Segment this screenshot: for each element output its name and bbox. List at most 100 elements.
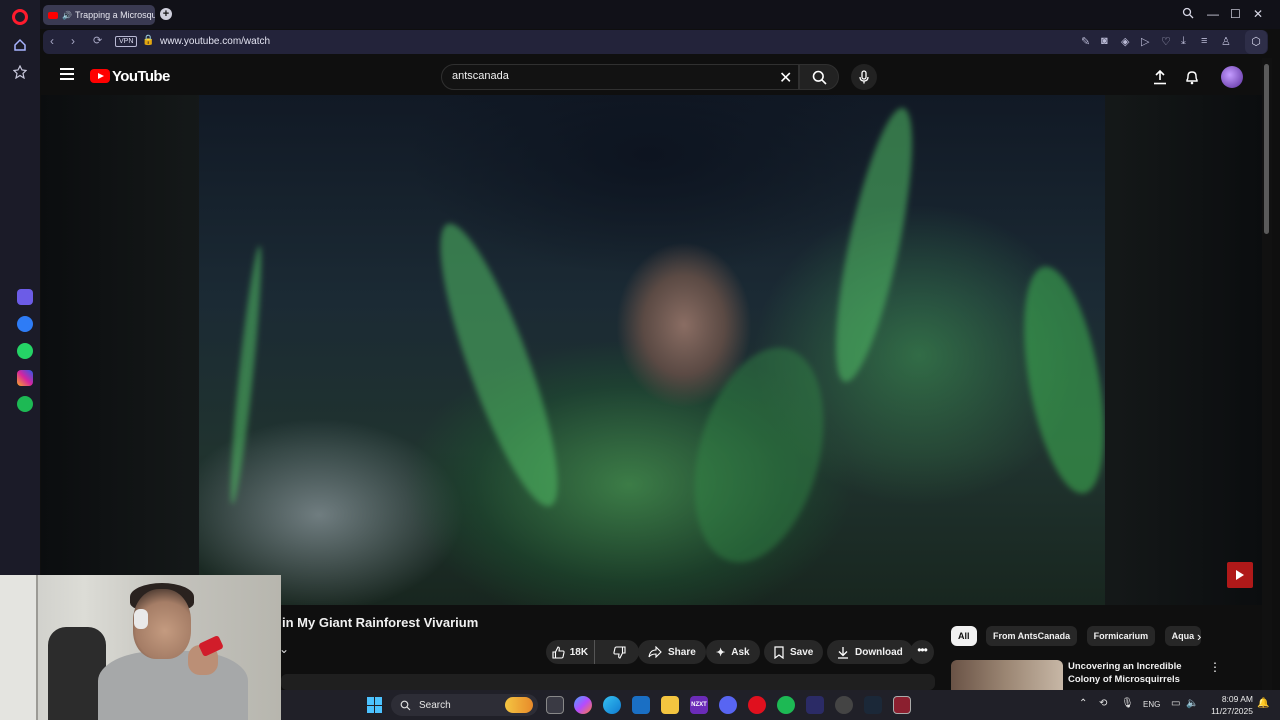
extensions-icon[interactable]: ⬡ bbox=[1245, 30, 1267, 54]
messenger-icon[interactable] bbox=[17, 316, 33, 332]
clock-time: 8:09 AM bbox=[1221, 694, 1253, 704]
whatsapp-icon[interactable] bbox=[17, 343, 33, 359]
ask-label: Ask bbox=[731, 646, 750, 658]
lock-icon[interactable]: 🔒 bbox=[142, 35, 154, 46]
address-bar: ‹ › ⟳ VPN 🔒 www.youtube.com/watch ✎ ◙ ◈ … bbox=[43, 30, 1268, 54]
close-window-button[interactable]: ✕ bbox=[1253, 7, 1263, 21]
scroll-thumb[interactable] bbox=[1264, 64, 1269, 234]
camera-icon[interactable]: ◙ bbox=[1101, 35, 1108, 47]
taskbar-search[interactable]: Search bbox=[391, 694, 538, 716]
kebab-menu-icon[interactable]: ⋮ bbox=[1209, 660, 1221, 674]
youtube-logo-icon[interactable] bbox=[90, 69, 110, 83]
recommendation-thumbnail[interactable] bbox=[951, 660, 1063, 690]
microphone-tray-icon[interactable]: 🎙 bbox=[1121, 698, 1134, 709]
clear-search-icon[interactable]: ✕ bbox=[779, 68, 792, 88]
chevron-up-icon[interactable]: ⌃ bbox=[1079, 698, 1087, 709]
aria-app-icon[interactable] bbox=[17, 289, 33, 305]
menu-icon[interactable]: ≡ bbox=[1201, 35, 1207, 47]
related-chips: All From AntsCanada Formicarium Aqua bbox=[951, 626, 1211, 648]
obs-icon[interactable] bbox=[835, 696, 853, 714]
home-icon[interactable] bbox=[12, 37, 28, 53]
recording-app-icon[interactable] bbox=[893, 696, 911, 714]
spotify-taskbar-icon[interactable] bbox=[777, 696, 795, 714]
download-icon[interactable]: ⤓ bbox=[1181, 35, 1186, 48]
description-box[interactable] bbox=[281, 674, 935, 690]
opera-logo-icon[interactable] bbox=[12, 9, 28, 25]
share-label: Share bbox=[668, 646, 696, 658]
save-button[interactable]: Save bbox=[764, 640, 824, 664]
tab-youtube[interactable]: 🔊 Trapping a Microsquir bbox=[43, 5, 155, 25]
copilot-icon[interactable] bbox=[574, 696, 592, 714]
voice-search-button[interactable] bbox=[851, 64, 877, 90]
sync-icon[interactable]: ⟲ bbox=[1099, 698, 1107, 709]
chevron-down-icon[interactable]: ⌄ bbox=[279, 642, 299, 660]
opera-taskbar-icon[interactable] bbox=[748, 696, 766, 714]
chip-all[interactable]: All bbox=[951, 626, 977, 646]
subscribe-watermark-icon[interactable] bbox=[1227, 562, 1253, 588]
thumbs-up-icon bbox=[552, 645, 565, 659]
download-button[interactable]: Download bbox=[827, 640, 913, 664]
volume-icon[interactable]: 🔈 bbox=[1186, 698, 1198, 709]
reload-button[interactable]: ⟳ bbox=[93, 34, 102, 47]
visual-studio-icon[interactable] bbox=[806, 696, 824, 714]
snapshot-edit-icon[interactable]: ✎ bbox=[1081, 35, 1090, 48]
vpn-badge[interactable]: VPN bbox=[115, 36, 138, 47]
video-frame[interactable] bbox=[199, 95, 1105, 605]
new-tab-button[interactable]: + bbox=[160, 8, 172, 20]
thumbs-down-icon bbox=[613, 645, 626, 659]
taskbar-clock[interactable]: 8:09 AM 11/27/2025 bbox=[1201, 693, 1253, 717]
youtube-logo-text[interactable]: YouTube bbox=[112, 68, 170, 85]
chevron-right-icon[interactable]: › bbox=[1197, 629, 1201, 644]
back-button[interactable]: ‹ bbox=[50, 34, 54, 48]
webcam-headphones bbox=[134, 609, 148, 629]
profile-icon[interactable]: ♙ bbox=[1221, 35, 1231, 48]
like-button[interactable]: 18K bbox=[546, 640, 595, 664]
recommendation-title[interactable]: Uncovering an Incredible Colony of Micro… bbox=[1068, 660, 1206, 688]
pinboard-icon[interactable] bbox=[12, 64, 28, 80]
webcam-background-door bbox=[0, 575, 38, 720]
notification-center-icon[interactable]: 🔔 bbox=[1257, 698, 1269, 709]
search-icon bbox=[812, 70, 827, 85]
tab-search-icon[interactable] bbox=[1182, 7, 1194, 22]
grass-blade bbox=[672, 333, 846, 577]
search-input[interactable] bbox=[452, 70, 772, 82]
upload-icon[interactable] bbox=[1149, 66, 1171, 88]
heart-icon[interactable]: ♡ bbox=[1161, 35, 1171, 48]
notifications-bell-icon[interactable] bbox=[1181, 66, 1203, 88]
spotify-icon[interactable] bbox=[17, 396, 33, 412]
speaker-icon[interactable]: 🔊 bbox=[62, 11, 72, 20]
instagram-icon[interactable] bbox=[17, 370, 33, 386]
chip-aqua[interactable]: Aqua bbox=[1164, 626, 1202, 646]
windows-start-icon[interactable] bbox=[367, 697, 383, 713]
ask-button[interactable]: ✦ Ask bbox=[706, 640, 760, 664]
shield-icon[interactable]: ◈ bbox=[1121, 35, 1129, 48]
photos-icon[interactable] bbox=[632, 696, 650, 714]
tab-title: Trapping a Microsquir bbox=[74, 10, 155, 20]
edge-icon[interactable] bbox=[603, 696, 621, 714]
minimize-button[interactable]: — bbox=[1207, 7, 1219, 21]
guide-menu-icon[interactable] bbox=[60, 68, 74, 80]
task-view-icon[interactable] bbox=[546, 696, 564, 714]
share-button[interactable]: Share bbox=[638, 640, 706, 664]
more-actions-icon[interactable]: ••• bbox=[910, 640, 934, 664]
youtube-favicon-icon bbox=[48, 11, 58, 19]
discord-icon[interactable] bbox=[719, 696, 737, 714]
like-dislike-group: 18K bbox=[546, 640, 639, 664]
network-icon[interactable]: ▭ bbox=[1171, 698, 1180, 709]
chip-from-antscanada[interactable]: From AntsCanada bbox=[985, 626, 1078, 646]
account-avatar[interactable] bbox=[1221, 66, 1243, 88]
search-button[interactable] bbox=[799, 64, 839, 90]
steam-icon[interactable] bbox=[864, 696, 882, 714]
url-field[interactable]: www.youtube.com/watch bbox=[160, 36, 270, 47]
webcam-drink-can bbox=[198, 635, 224, 657]
file-explorer-icon[interactable] bbox=[661, 696, 679, 714]
taskbar-search-label: Search bbox=[419, 699, 451, 711]
forward-button[interactable]: › bbox=[71, 34, 75, 48]
dislike-button[interactable] bbox=[601, 640, 639, 664]
chip-formicarium[interactable]: Formicarium bbox=[1086, 626, 1156, 646]
page-scrollbar[interactable] bbox=[1262, 58, 1272, 690]
maximize-button[interactable]: ☐ bbox=[1230, 7, 1241, 21]
language-indicator[interactable]: ENG bbox=[1143, 700, 1160, 709]
nzxt-icon[interactable]: NZXT bbox=[690, 696, 708, 714]
play-icon[interactable]: ▷ bbox=[1141, 35, 1149, 48]
